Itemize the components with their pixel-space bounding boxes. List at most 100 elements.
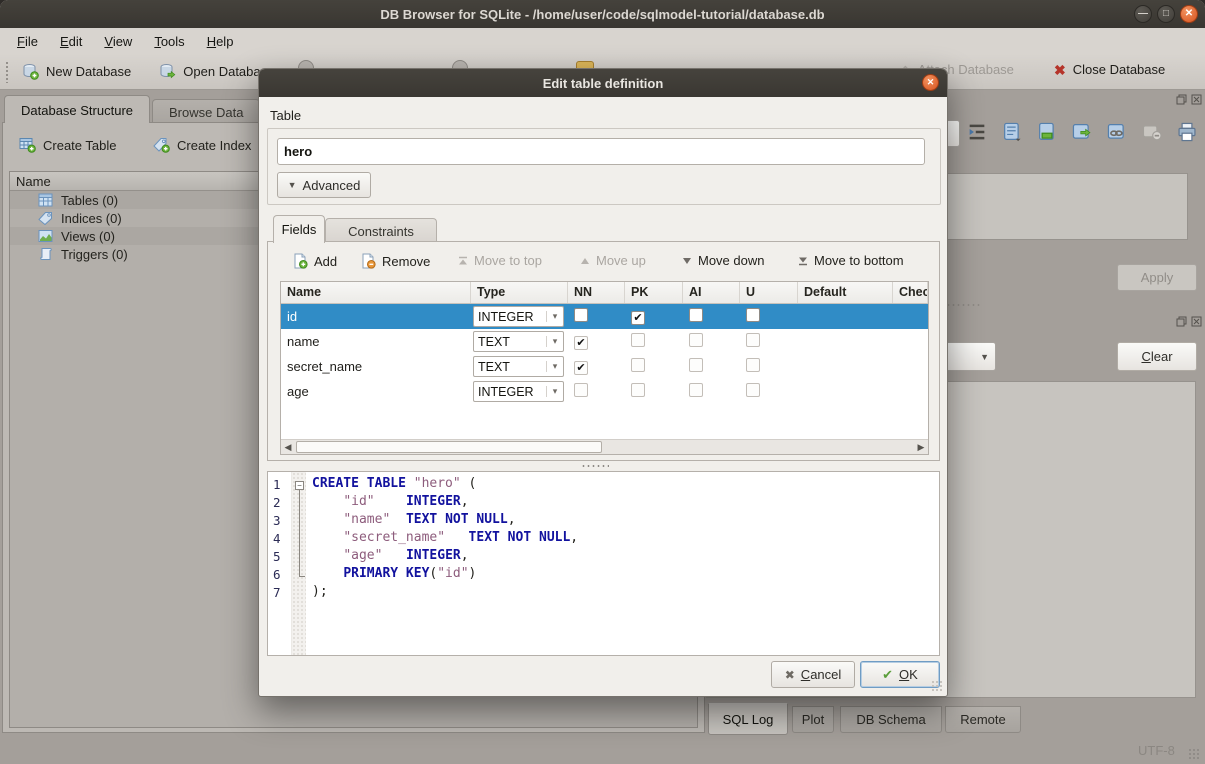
pk-checkbox[interactable] bbox=[631, 358, 645, 372]
create-index-button[interactable]: Create Index bbox=[145, 133, 259, 157]
move-up-button[interactable]: Move up bbox=[574, 249, 652, 272]
nn-checkbox[interactable]: ✔ bbox=[574, 336, 588, 350]
apply-cell-label: Apply bbox=[1141, 270, 1174, 285]
field-row-age[interactable]: ageINTEGER▾ bbox=[281, 379, 928, 404]
create-table-button[interactable]: Create Table bbox=[11, 133, 124, 157]
dock1-buttons bbox=[1176, 94, 1202, 105]
tab-browse-data[interactable]: Browse Data bbox=[152, 99, 260, 123]
pk-checkbox[interactable] bbox=[631, 383, 645, 397]
menu-view[interactable]: View bbox=[93, 31, 143, 52]
advanced-label: Advanced bbox=[303, 178, 361, 193]
tab-sql-log[interactable]: SQL Log bbox=[708, 703, 788, 735]
create-table-label: Create Table bbox=[43, 138, 116, 153]
dock-close-icon[interactable] bbox=[1191, 94, 1202, 105]
new-database-button[interactable]: New Database bbox=[14, 59, 139, 84]
sql-preview[interactable]: 1234567 − CREATE TABLE "hero" ( "id" INT… bbox=[267, 471, 940, 656]
line-number: 5 bbox=[268, 548, 291, 566]
tab-database-structure[interactable]: Database Structure bbox=[4, 95, 150, 123]
indent-icon[interactable] bbox=[966, 121, 988, 143]
minimize-button[interactable]: — bbox=[1134, 5, 1152, 23]
fields-grid-header[interactable]: NameTypeNNPKAIUDefaultCheck bbox=[281, 282, 928, 304]
tab-fields[interactable]: Fields bbox=[273, 215, 325, 243]
ai-checkbox[interactable] bbox=[689, 308, 703, 322]
column-header-pk[interactable]: PK bbox=[625, 282, 683, 303]
nn-checkbox[interactable] bbox=[574, 383, 588, 397]
type-combobox[interactable]: INTEGER▾ bbox=[473, 306, 564, 327]
column-header-nn[interactable]: NN bbox=[568, 282, 625, 303]
dialog-close-button[interactable]: ✕ bbox=[922, 74, 939, 91]
column-header-ai[interactable]: AI bbox=[683, 282, 740, 303]
pk-checkbox[interactable] bbox=[631, 333, 645, 347]
ok-button[interactable]: ✔ OK bbox=[860, 661, 940, 688]
menu-tools[interactable]: Tools bbox=[143, 31, 195, 52]
tab-plot[interactable]: Plot bbox=[792, 706, 834, 733]
scroll-left-icon[interactable]: ◀ bbox=[281, 440, 295, 454]
tab-remote[interactable]: Remote bbox=[945, 706, 1021, 733]
advanced-button[interactable]: ▼ Advanced bbox=[277, 172, 371, 198]
u-checkbox[interactable] bbox=[746, 383, 760, 397]
resize-grip[interactable] bbox=[1188, 748, 1201, 761]
close-button[interactable]: ✕ bbox=[1180, 5, 1198, 23]
sql-line: "name" TEXT NOT NULL, bbox=[312, 512, 578, 530]
column-header-name[interactable]: Name bbox=[281, 282, 471, 303]
move-down-button[interactable]: Move down bbox=[676, 249, 770, 272]
pk-checkbox[interactable]: ✔ bbox=[631, 311, 645, 325]
window-titlebar[interactable]: DB Browser for SQLite - /home/user/code/… bbox=[0, 0, 1205, 28]
move-to-bottom-label: Move to bottom bbox=[814, 253, 904, 268]
type-combobox[interactable]: TEXT▾ bbox=[473, 356, 564, 377]
scroll-right-icon[interactable]: ▶ bbox=[914, 440, 928, 454]
nn-checkbox[interactable]: ✔ bbox=[574, 361, 588, 375]
fields-hscroll-thumb[interactable] bbox=[296, 441, 602, 453]
close-database-button[interactable]: ✖ Close Database bbox=[1046, 58, 1173, 81]
add-field-button[interactable]: Add bbox=[286, 249, 343, 273]
field-row-secret-name[interactable]: secret_nameTEXT▾✔ bbox=[281, 354, 928, 379]
menu-edit[interactable]: Edit bbox=[49, 31, 93, 52]
menu-file[interactable]: File bbox=[6, 31, 49, 52]
dock-close-icon[interactable] bbox=[1191, 316, 1202, 327]
move-to-top-button[interactable]: Move to top bbox=[452, 249, 548, 272]
import-text-icon[interactable] bbox=[1001, 121, 1023, 143]
column-header-type[interactable]: Type bbox=[471, 282, 568, 303]
u-checkbox[interactable] bbox=[746, 308, 760, 322]
u-checkbox[interactable] bbox=[746, 333, 760, 347]
table-name-input[interactable] bbox=[277, 138, 925, 165]
encoding-indicator[interactable]: UTF-8 bbox=[1138, 743, 1175, 758]
ai-checkbox[interactable] bbox=[689, 358, 703, 372]
dialog-resize-grip[interactable] bbox=[931, 680, 943, 692]
field-row-name[interactable]: nameTEXT▾✔ bbox=[281, 329, 928, 354]
move-to-bottom-button[interactable]: Move to bottom bbox=[792, 249, 910, 272]
column-header-check[interactable]: Check bbox=[893, 282, 928, 303]
link-icon[interactable] bbox=[1106, 121, 1128, 143]
field-row-id[interactable]: idINTEGER▾✔ bbox=[281, 304, 928, 329]
field-pk-cell bbox=[625, 383, 683, 400]
toolbar-grip[interactable] bbox=[5, 61, 10, 83]
ai-checkbox[interactable] bbox=[689, 383, 703, 397]
export-text-icon[interactable] bbox=[1036, 121, 1058, 143]
u-checkbox[interactable] bbox=[746, 358, 760, 372]
dock-float-icon[interactable] bbox=[1176, 94, 1187, 105]
column-header-u[interactable]: U bbox=[740, 282, 798, 303]
clear-log-button[interactable]: Clear bbox=[1117, 342, 1197, 371]
print-icon[interactable] bbox=[1176, 121, 1198, 143]
menu-help[interactable]: Help bbox=[196, 31, 245, 52]
tab-constraints[interactable]: Constraints bbox=[325, 218, 437, 243]
field-nn-cell: ✔ bbox=[568, 359, 625, 375]
type-combobox[interactable]: INTEGER▾ bbox=[473, 381, 564, 402]
fold-corner bbox=[299, 576, 305, 577]
column-header-default[interactable]: Default bbox=[798, 282, 893, 303]
open-in-app-icon[interactable] bbox=[1071, 121, 1093, 143]
cancel-button[interactable]: ✖ Cancel bbox=[771, 661, 855, 688]
type-combobox[interactable]: TEXT▾ bbox=[473, 331, 564, 352]
apply-cell-button[interactable]: Apply bbox=[1117, 264, 1197, 291]
maximize-button[interactable]: □ bbox=[1157, 5, 1175, 23]
ai-checkbox[interactable] bbox=[689, 333, 703, 347]
fields-hscrollbar[interactable]: ◀ ▶ bbox=[281, 439, 928, 454]
remove-field-button[interactable]: Remove bbox=[354, 249, 436, 273]
set-null-icon[interactable] bbox=[1141, 121, 1163, 143]
nn-checkbox[interactable] bbox=[574, 308, 588, 322]
dialog-titlebar[interactable]: Edit table definition ✕ bbox=[259, 69, 947, 97]
dock-float-icon[interactable] bbox=[1176, 316, 1187, 327]
tab-db-schema[interactable]: DB Schema bbox=[840, 706, 942, 733]
dialog-splitter-handle[interactable] bbox=[581, 464, 609, 468]
fold-collapse-icon[interactable]: − bbox=[295, 481, 304, 490]
